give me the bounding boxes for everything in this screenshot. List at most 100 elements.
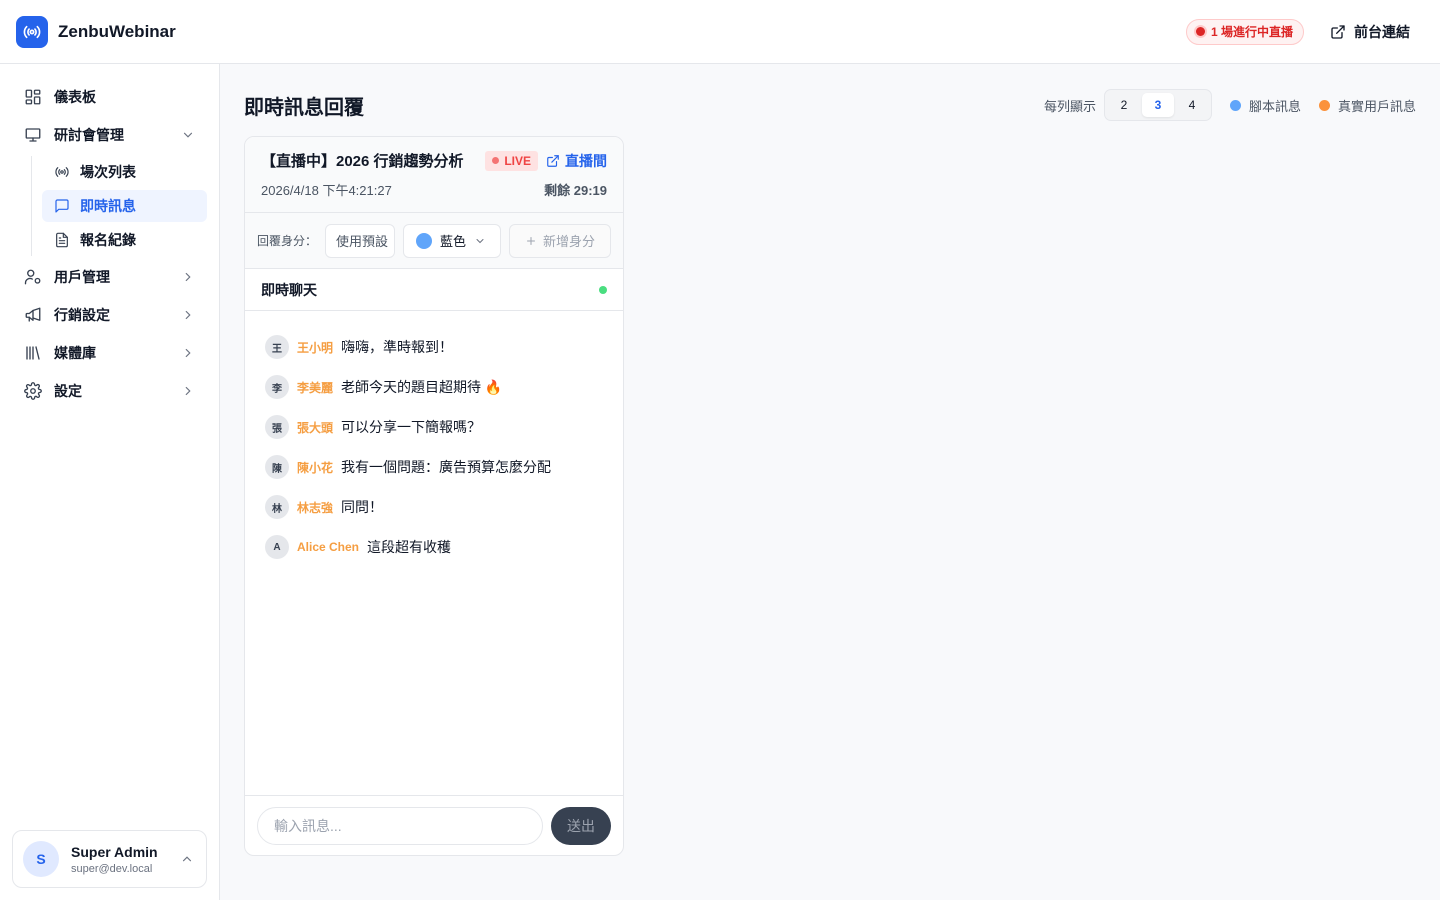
sidebar-item-label: 儀表板 [54, 89, 96, 105]
message-composer: 送出 [245, 795, 623, 855]
remaining-time: 剩餘 29:19 [544, 183, 607, 198]
message-input[interactable] [257, 806, 543, 845]
message-text: 老師今天的題目超期待 🔥 [341, 379, 503, 395]
live-sessions-count: 1 場進行中直播 [1210, 25, 1293, 39]
message-square-icon [55, 199, 69, 213]
identity-color-select[interactable]: 藍色 [403, 223, 502, 258]
top-bar: ZenbuWebinar 1 場進行中直播 前台連結 [0, 0, 1440, 64]
legend-script-messages: 腳本訊息 [1229, 96, 1301, 115]
chat-message: 張 張大頭 可以分享一下簡報嗎？ [265, 407, 603, 447]
color-swatch [416, 232, 433, 249]
message-author: 張大頭 [297, 420, 334, 435]
broadcast-logo-icon [16, 15, 48, 48]
card-header: 【直播中】2026 行銷趨勢分析 LIVE 直播間 2026/4/18 下午4:… [245, 137, 623, 213]
sidebar-item-settings[interactable]: 設定 [12, 372, 207, 410]
message-author: 李美麗 [297, 380, 334, 395]
online-status-icon [599, 285, 607, 294]
per-row-selector: 2 3 4 [1103, 89, 1212, 121]
avatar: A [265, 535, 289, 559]
sidebar-item-label: 報名紀錄 [80, 232, 136, 248]
legend-real-user-messages: 真實用戶訊息 [1318, 96, 1416, 115]
per-row-option-4[interactable]: 4 [1176, 93, 1208, 117]
user-cog-icon [24, 269, 41, 285]
add-identity-button[interactable]: 新增身分 [509, 223, 612, 258]
sidebar-item-dashboard[interactable]: 儀表板 [12, 78, 207, 116]
message-text: 可以分享一下簡報嗎？ [341, 419, 482, 435]
avatar: 李 [265, 375, 289, 399]
front-link-button[interactable]: 前台連結 [1330, 22, 1410, 42]
plus-icon [527, 236, 535, 245]
chat-message: A Alice Chen 這段超有收穫 [265, 527, 603, 567]
chat-title: 即時聊天 [261, 281, 317, 298]
file-text-icon [56, 232, 68, 248]
avatar: 陳 [265, 455, 289, 479]
live-badge: LIVE [485, 150, 538, 171]
avatar: 王 [265, 335, 289, 359]
sidebar-item-marketing[interactable]: 行銷設定 [12, 296, 207, 334]
avatar: 張 [265, 415, 289, 439]
chevron-right-icon [185, 386, 191, 396]
live-dot-icon [492, 157, 500, 164]
sidebar-item-webinar-management[interactable]: 研討會管理 [12, 116, 207, 154]
live-room-label: 直播間 [565, 152, 607, 169]
session-title: 【直播中】2026 行銷趨勢分析 [261, 153, 464, 170]
message-text: 這段超有收穫 [367, 539, 452, 555]
live-sessions-badge[interactable]: 1 場進行中直播 [1185, 18, 1304, 45]
avatar: S [23, 841, 59, 877]
live-dot-icon [1195, 27, 1205, 36]
chat-message: 王 王小明 嗨嗨，準時報到！ [265, 327, 603, 367]
identity-preset-select[interactable]: 使用預設 [325, 223, 396, 258]
sidebar-item-label: 媒體庫 [54, 345, 96, 361]
sidebar-item-live-messages[interactable]: 即時訊息 [42, 190, 207, 222]
sidebar-item-label: 場次列表 [80, 164, 136, 180]
chevron-right-icon [185, 310, 191, 320]
per-row-option-2[interactable]: 2 [1108, 93, 1140, 117]
sidebar-item-label: 行銷設定 [54, 307, 110, 323]
message-author: 王小明 [297, 340, 334, 355]
per-row-label: 每列顯示 [1043, 98, 1096, 114]
add-identity-label: 新增身分 [543, 234, 596, 249]
user-menu-card[interactable]: S Super Admin super@dev.local [12, 830, 207, 888]
message-author: 陳小花 [297, 460, 334, 475]
per-row-option-3[interactable]: 3 [1141, 93, 1174, 117]
brand[interactable]: ZenbuWebinar [16, 15, 176, 48]
chevron-right-icon [185, 348, 191, 358]
reply-identity-bar: 回覆身分： 使用預設 藍色 新增身分 [245, 213, 623, 269]
reply-identity-label: 回覆身分： [257, 234, 318, 248]
user-email: super@dev.local [71, 862, 153, 875]
front-link-label: 前台連結 [1354, 23, 1410, 40]
send-button[interactable]: 送出 [551, 806, 611, 845]
sidebar-item-user-management[interactable]: 用戶管理 [12, 258, 207, 296]
sidebar-item-label: 用戶管理 [54, 269, 110, 285]
live-room-link[interactable]: 直播間 [546, 151, 607, 171]
message-text: 嗨嗨，準時報到！ [341, 339, 454, 355]
sidebar: 儀表板 研討會管理 場次列表 即時訊息 報名紀錄 用戶管理 行銷設定 媒體庫 設… [0, 64, 220, 900]
chevron-down-icon [183, 132, 193, 138]
gear-icon [24, 382, 42, 400]
broadcast-icon [55, 167, 69, 177]
sidebar-item-label: 即時訊息 [80, 198, 136, 214]
chat-header: 即時聊天 [245, 269, 623, 311]
chevron-up-icon [182, 856, 192, 862]
chat-message: 林 林志強 同問！ [265, 487, 603, 527]
external-link-icon [547, 154, 559, 167]
sidebar-item-registrations[interactable]: 報名紀錄 [42, 224, 207, 256]
user-name: Super Admin [71, 843, 158, 860]
dashboard-grid-icon [25, 89, 41, 105]
page-title: 即時訊息回覆 [244, 96, 364, 119]
app-name: ZenbuWebinar [58, 21, 176, 41]
sidebar-item-media-library[interactable]: 媒體庫 [12, 334, 207, 372]
message-author: Alice Chen [297, 540, 360, 554]
legend-label: 腳本訊息 [1248, 98, 1301, 114]
message-text: 同問！ [341, 499, 384, 515]
session-datetime: 2026/4/18 下午4:21:27 [261, 183, 392, 198]
chevron-down-icon [476, 238, 484, 243]
chevron-right-icon [185, 272, 191, 282]
message-author: 林志強 [297, 500, 334, 515]
sidebar-item-label: 設定 [54, 383, 82, 399]
legend-swatch [1318, 99, 1330, 111]
message-list: 王 王小明 嗨嗨，準時報到！ 李 李美麗 老師今天的題目超期待 🔥 張 張大頭 … [245, 311, 623, 795]
session-chat-card: 【直播中】2026 行銷趨勢分析 LIVE 直播間 2026/4/18 下午4:… [244, 136, 624, 856]
sidebar-item-session-list[interactable]: 場次列表 [42, 156, 207, 188]
legend-label: 真實用戶訊息 [1337, 98, 1416, 114]
